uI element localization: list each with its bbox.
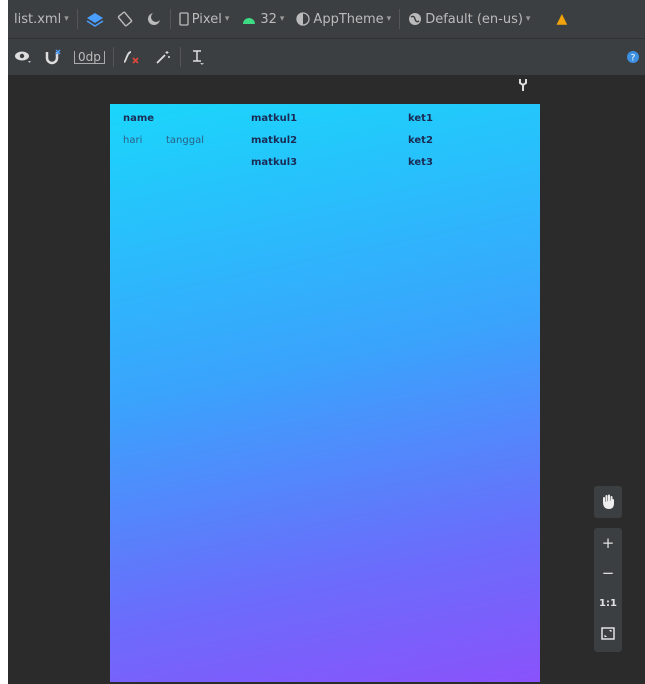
theme-icon bbox=[296, 12, 311, 26]
svg-text:?: ? bbox=[631, 54, 636, 64]
wrench-icon[interactable] bbox=[518, 78, 530, 96]
layers-icon bbox=[86, 13, 104, 27]
toolbar-divider bbox=[169, 9, 171, 29]
view-options-button[interactable] bbox=[8, 39, 38, 75]
orientation-button[interactable] bbox=[110, 0, 140, 38]
text-ket3[interactable]: ket3 bbox=[408, 157, 433, 168]
phone-icon bbox=[179, 12, 189, 26]
align-text-baseline-icon bbox=[192, 50, 204, 65]
clear-constraints-button[interactable] bbox=[116, 39, 148, 75]
chevron-down-icon: ▾ bbox=[224, 14, 230, 24]
magic-wand-icon bbox=[156, 51, 170, 64]
help-icon: ? bbox=[627, 51, 639, 63]
text-name[interactable]: name bbox=[123, 113, 154, 124]
zoom-actual-size-button[interactable]: 1:1 bbox=[594, 588, 622, 618]
magnet-icon bbox=[45, 49, 61, 65]
text-ket2[interactable]: ket2 bbox=[408, 135, 433, 146]
clear-constraints-icon bbox=[123, 51, 139, 64]
chevron-down-icon: ▾ bbox=[525, 14, 531, 24]
left-window-edge bbox=[0, 0, 8, 684]
design-surface-button[interactable] bbox=[80, 0, 110, 38]
night-mode-icon bbox=[147, 12, 161, 25]
api-level-dropdown[interactable]: 32 ▾ bbox=[235, 0, 290, 38]
toolbar-divider bbox=[179, 47, 181, 67]
eye-icon bbox=[15, 51, 31, 63]
file-dropdown[interactable]: list.xml ▾ bbox=[8, 0, 75, 38]
pan-button[interactable] bbox=[594, 486, 622, 516]
chevron-down-icon: ▾ bbox=[279, 14, 285, 24]
layout-preview[interactable]: name matkul1 ket1 hari tanggal matkul2 k… bbox=[110, 104, 540, 682]
globe-icon bbox=[409, 13, 422, 25]
text-matkul3[interactable]: matkul3 bbox=[251, 157, 297, 168]
infer-constraints-button[interactable] bbox=[148, 39, 178, 75]
device-dropdown[interactable]: Pixel ▾ bbox=[173, 0, 236, 38]
chevron-down-icon: ▾ bbox=[64, 14, 69, 24]
fit-screen-icon bbox=[601, 626, 615, 640]
android-icon bbox=[243, 18, 256, 24]
wrench-shape bbox=[519, 79, 527, 91]
text-matkul1[interactable]: matkul1 bbox=[251, 113, 297, 124]
locale-dropdown[interactable]: Default (en-us) ▾ bbox=[402, 0, 536, 38]
locale-name: Default (en-us) bbox=[425, 11, 523, 27]
file-name: list.xml bbox=[14, 11, 62, 27]
zoom-out-button[interactable]: − bbox=[594, 558, 622, 588]
text-hari[interactable]: hari bbox=[123, 135, 142, 146]
text-ket1[interactable]: ket1 bbox=[408, 113, 433, 124]
default-margins-button[interactable]: 0dp bbox=[68, 39, 111, 75]
api-level: 32 bbox=[260, 11, 277, 27]
autoconnect-button[interactable] bbox=[38, 39, 68, 75]
margin-value: 0dp bbox=[74, 50, 105, 64]
toolbar-divider bbox=[112, 47, 114, 67]
chevron-down-icon: ▾ bbox=[386, 14, 392, 24]
zoom-controls: + − 1:1 bbox=[594, 528, 622, 652]
warning-icon: ▲ bbox=[556, 11, 568, 27]
hand-icon bbox=[603, 494, 614, 509]
device-name: Pixel bbox=[191, 11, 222, 27]
theme-dropdown[interactable]: AppTheme ▾ bbox=[290, 0, 397, 38]
editor-toolbar-top: list.xml ▾ Pixel ▾ 32 ▾ AppTheme ▾ Defau… bbox=[8, 0, 645, 39]
help-button[interactable]: ? bbox=[621, 39, 645, 75]
rotate-icon bbox=[117, 11, 132, 27]
pan-control bbox=[594, 486, 622, 518]
toolbar-divider bbox=[76, 9, 78, 29]
text-matkul2[interactable]: matkul2 bbox=[251, 135, 297, 146]
zoom-to-fit-button[interactable] bbox=[594, 618, 622, 648]
text-tanggal[interactable]: tanggal bbox=[166, 135, 204, 146]
theme-name: AppTheme bbox=[313, 11, 384, 27]
warnings-button[interactable]: ▲ bbox=[550, 0, 573, 38]
night-mode-button[interactable] bbox=[140, 0, 168, 38]
align-button[interactable] bbox=[183, 39, 211, 75]
zoom-in-button[interactable]: + bbox=[594, 528, 622, 558]
editor-toolbar-bottom: 0dp ? bbox=[8, 39, 645, 76]
toolbar-divider bbox=[399, 9, 401, 29]
